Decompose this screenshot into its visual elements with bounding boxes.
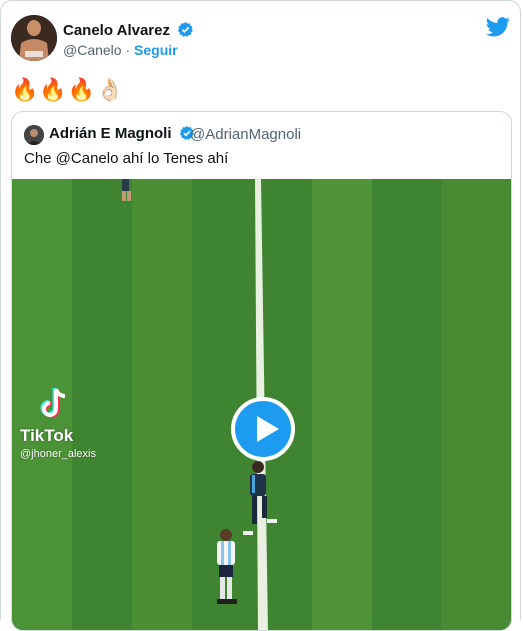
author-avatar[interactable] — [11, 15, 57, 61]
tweet-text: 🔥🔥🔥👌🏻 — [11, 77, 125, 102]
tiktok-brand: TikTok — [20, 426, 74, 445]
verified-icon — [178, 22, 194, 37]
quoted-tweet[interactable]: Adrián E Magnoli @AdrianMagnoli Che @Can… — [11, 111, 512, 631]
tweet-card: Canelo Alvarez @Canelo · Seguir 🔥🔥🔥👌🏻 Ad… — [0, 0, 521, 631]
play-button[interactable] — [231, 397, 295, 461]
tiktok-username: @jhoner_alexis — [20, 448, 96, 460]
twitter-bird-icon[interactable] — [486, 17, 510, 37]
follow-button[interactable]: Seguir — [134, 42, 178, 58]
quoted-author-avatar[interactable] — [24, 125, 44, 145]
author-handle-row: @Canelo · Seguir — [63, 42, 178, 58]
author-handle[interactable]: @Canelo — [63, 42, 122, 58]
quoted-tweet-text: Che @Canelo ahí lo Tenes ahí — [24, 150, 229, 167]
quoted-author-handle[interactable]: @AdrianMagnoli — [190, 126, 301, 143]
quoted-author-name-text[interactable]: Adrián E Magnoli — [49, 125, 172, 142]
author-name-text[interactable]: Canelo Alvarez — [63, 22, 170, 39]
video-player[interactable]: TikTok @jhoner_alexis — [12, 179, 511, 630]
tiktok-watermark: TikTok @jhoner_alexis — [20, 387, 96, 460]
quoted-author-name[interactable]: Adrián E Magnoli — [49, 125, 195, 142]
separator-dot: · — [125, 42, 131, 58]
tiktok-logo-icon — [40, 388, 66, 418]
author-name[interactable]: Canelo Alvarez — [63, 21, 194, 39]
